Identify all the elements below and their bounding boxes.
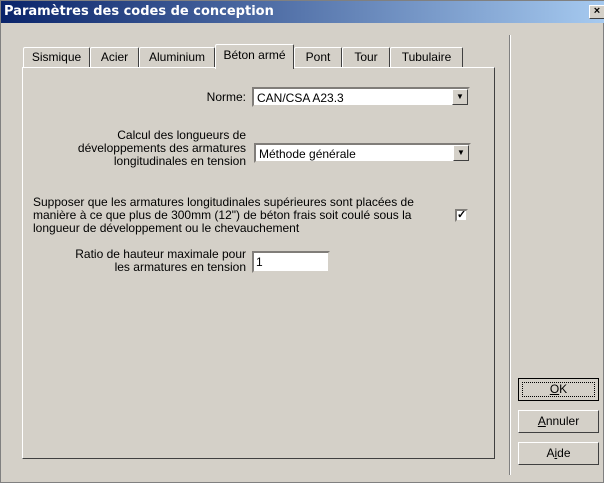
divider [509, 35, 511, 475]
norme-label: Norme: [206, 90, 246, 104]
ratio-label: Ratio de hauteur maximale pour les armat… [75, 248, 246, 274]
cancel-label-post: nnuler [545, 414, 580, 428]
design-code-settings-dialog: Paramètres des codes de conception × Sis… [0, 0, 604, 483]
tab-aluminium[interactable]: Aluminium [139, 47, 215, 68]
checkmark-icon: ✓ [457, 209, 467, 221]
tab-label: Béton armé [223, 48, 286, 62]
calc-method-value: Méthode générale [259, 147, 356, 161]
ratio-label-line: les armatures en tension [114, 260, 246, 274]
tab-label: Aluminium [148, 50, 205, 64]
chevron-down-icon[interactable]: ▼ [452, 89, 468, 105]
calc-method-select[interactable]: Méthode générale ▼ [254, 143, 471, 163]
ratio-input[interactable]: 1 [252, 251, 330, 273]
focus-rect [522, 382, 595, 397]
cancel-button[interactable]: Annuler [518, 410, 599, 433]
tab-label: Pont [305, 50, 331, 64]
tab-acier[interactable]: Acier [90, 47, 139, 68]
tab-beton-arme[interactable]: Béton armé [215, 44, 294, 69]
tab-label: Sismique [31, 50, 82, 64]
suppose-checkbox[interactable]: ✓ [455, 209, 468, 222]
calc-label: Calcul des longueurs de développements d… [78, 129, 246, 168]
suppose-label: Supposer que les armatures longitudinale… [33, 196, 414, 235]
tab-pont[interactable]: Pont [294, 47, 342, 68]
help-button[interactable]: Aide [518, 442, 599, 465]
tab-sismique[interactable]: Sismique [23, 47, 90, 68]
suppose-label-line: longueur de développement ou le chevauch… [33, 221, 300, 235]
norme-value: CAN/CSA A23.3 [257, 91, 344, 105]
chevron-down-icon[interactable]: ▼ [453, 145, 469, 161]
cancel-label-mnemonic: A [537, 414, 546, 428]
tab-label: Tour [354, 50, 378, 64]
tab-tubulaire[interactable]: Tubulaire [390, 47, 463, 68]
help-label-post: de [557, 446, 571, 460]
tab-label: Tubulaire [401, 50, 452, 64]
close-icon: × [593, 5, 601, 17]
tab-label: Acier [100, 50, 129, 64]
window-title: Paramètres des codes de conception [4, 4, 274, 19]
close-button[interactable]: × [589, 5, 604, 19]
calc-label-line: longitudinales en tension [113, 154, 246, 168]
title-bar: Paramètres des codes de conception × [1, 1, 604, 23]
norme-select[interactable]: CAN/CSA A23.3 ▼ [252, 87, 470, 107]
ok-button[interactable]: OK [518, 378, 599, 401]
tab-tour[interactable]: Tour [342, 47, 390, 68]
